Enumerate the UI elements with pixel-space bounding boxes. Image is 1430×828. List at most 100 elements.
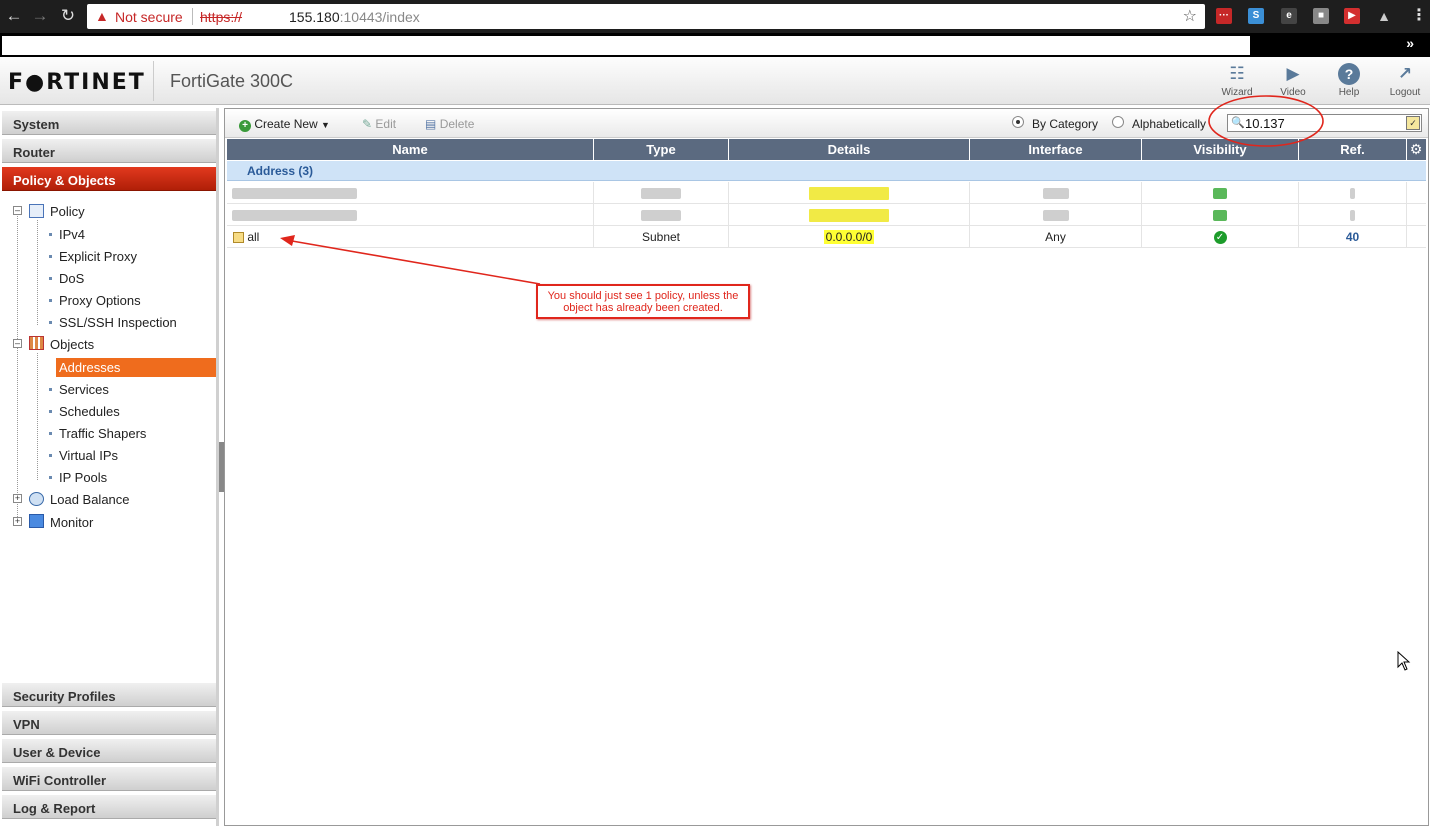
fortigate-app: F●RTINET FortiGate 300C ☷ Wizard ▶ Video ?… xyxy=(0,57,1430,828)
cell-details-redacted xyxy=(729,204,970,226)
tree-schedules[interactable]: Schedules xyxy=(59,404,120,419)
video-icon: ▶ xyxy=(1286,64,1300,83)
tree-monitor[interactable]: Monitor xyxy=(50,515,93,530)
tree-traffic-shapers[interactable]: Traffic Shapers xyxy=(59,426,146,441)
edit-button[interactable]: ✎ Edit xyxy=(362,117,396,131)
cell-ref[interactable]: 40 xyxy=(1299,226,1407,248)
wizard-button[interactable]: ☷ Wizard xyxy=(1215,63,1259,98)
logout-icon: ↗ xyxy=(1397,64,1413,83)
help-button[interactable]: ? Help xyxy=(1327,63,1371,98)
extension-red-icon[interactable]: ▶ xyxy=(1344,8,1360,24)
tree-line xyxy=(37,353,38,480)
video-button[interactable]: ▶ Video xyxy=(1271,63,1315,98)
sidebar: System Router Policy & Objects – Policy … xyxy=(0,108,219,826)
cell-interface: Any xyxy=(970,226,1142,248)
bookmarks-more-icon[interactable]: » xyxy=(1406,35,1414,51)
policy-collapse-toggle[interactable]: – xyxy=(13,206,22,215)
cell-ref-redacted xyxy=(1299,182,1407,204)
col-interface[interactable]: Interface xyxy=(970,139,1142,160)
nav-vpn[interactable]: VPN xyxy=(2,710,216,735)
table-row[interactable] xyxy=(227,182,1426,204)
tree-proxy-options[interactable]: Proxy Options xyxy=(59,293,141,308)
tree-addresses[interactable]: Addresses xyxy=(59,360,120,375)
bullet-icon xyxy=(49,432,52,435)
tree-ipv4[interactable]: IPv4 xyxy=(59,227,85,242)
visibility-check-icon: ✓ xyxy=(1213,231,1227,245)
bullet-icon xyxy=(49,388,52,391)
create-new-button[interactable]: + Create New ▼ xyxy=(239,117,330,132)
bullet-icon xyxy=(49,366,52,369)
by-category-radio[interactable] xyxy=(1012,116,1024,128)
wizard-icon: ☷ xyxy=(1229,64,1245,83)
alphabetically-radio[interactable] xyxy=(1112,116,1124,128)
app-header: F●RTINET FortiGate 300C ☷ Wizard ▶ Video ?… xyxy=(0,57,1430,105)
plus-icon: + xyxy=(239,120,251,132)
cell-interface-redacted xyxy=(970,204,1142,226)
annotation-callout: You should just see 1 policy, unless the… xyxy=(536,284,750,319)
extension-lastpass-icon[interactable]: ··· xyxy=(1216,8,1232,24)
table-row[interactable]: all Subnet 0.0.0.0/0 Any ✓ 40 xyxy=(227,226,1426,248)
addresses-panel: + Create New ▼ ✎ Edit ▤ Delete By Catego… xyxy=(224,108,1429,826)
redacted-block xyxy=(641,188,681,200)
reload-icon[interactable]: ↻ xyxy=(58,6,78,26)
clear-search-icon[interactable]: ✓ xyxy=(1406,116,1420,130)
col-visibility[interactable]: Visibility xyxy=(1142,139,1299,160)
extension-e-icon[interactable]: e xyxy=(1281,8,1297,24)
column-settings-gear-icon[interactable]: ⚙ xyxy=(1408,141,1424,157)
url-host: 155.180 xyxy=(289,9,340,25)
tree-ssl-ssh-inspection[interactable]: SSL/SSH Inspection xyxy=(59,315,177,330)
load-balance-icon xyxy=(29,492,44,506)
not-secure-label[interactable]: Not secure xyxy=(115,9,183,25)
bullet-icon xyxy=(49,410,52,413)
tree-virtual-ips[interactable]: Virtual IPs xyxy=(59,448,118,463)
redacted-block xyxy=(1042,210,1069,222)
nav-security-profiles[interactable]: Security Profiles xyxy=(2,682,216,707)
nav-wifi-controller[interactable]: WiFi Controller xyxy=(2,766,216,791)
bullet-icon xyxy=(49,454,52,457)
col-name[interactable]: Name xyxy=(227,139,594,160)
logout-button[interactable]: ↗ Logout xyxy=(1383,63,1427,98)
mouse-cursor-icon xyxy=(1397,651,1411,671)
tree-load-balance[interactable]: Load Balance xyxy=(50,492,130,507)
search-input[interactable]: 🔍 10.137 ✓ xyxy=(1227,114,1422,132)
cell-type: Subnet xyxy=(594,226,729,248)
table-row[interactable] xyxy=(227,204,1426,226)
cell-name-text: all xyxy=(247,230,260,244)
forward-icon[interactable]: → xyxy=(30,6,50,26)
redacted-block xyxy=(809,209,889,223)
group-row[interactable]: Address (3) xyxy=(227,161,1426,181)
load-balance-expand-toggle[interactable]: + xyxy=(13,494,22,503)
nav-system[interactable]: System xyxy=(2,110,216,135)
cell-visibility-redacted xyxy=(1142,182,1299,204)
tree-ip-pools[interactable]: IP Pools xyxy=(59,470,107,485)
objects-collapse-toggle[interactable]: – xyxy=(13,339,22,348)
tree-services[interactable]: Services xyxy=(59,382,109,397)
nav-router[interactable]: Router xyxy=(2,138,216,163)
extension-s-icon[interactable]: S xyxy=(1248,8,1264,24)
monitor-expand-toggle[interactable]: + xyxy=(13,517,22,526)
tree-explicit-proxy[interactable]: Explicit Proxy xyxy=(59,249,137,264)
nav-policy-objects[interactable]: Policy & Objects xyxy=(2,166,216,191)
col-type[interactable]: Type xyxy=(594,139,729,160)
cell-type-redacted xyxy=(594,204,729,226)
search-icon: 🔍 xyxy=(1231,117,1245,129)
nav-log-report[interactable]: Log & Report xyxy=(2,794,216,819)
bookmark-star-icon[interactable]: ☆ xyxy=(1183,6,1197,26)
cell-ref-redacted xyxy=(1299,204,1407,226)
tree-dos[interactable]: DoS xyxy=(59,271,84,286)
video-label: Video xyxy=(1280,87,1306,98)
extension-drive-icon[interactable]: ▲ xyxy=(1376,8,1392,24)
back-icon[interactable]: ← xyxy=(4,6,24,26)
cell-visibility-redacted xyxy=(1142,204,1299,226)
redacted-block xyxy=(1042,188,1069,200)
tree-objects[interactable]: Objects xyxy=(50,337,94,352)
col-details[interactable]: Details xyxy=(729,139,970,160)
col-ref[interactable]: Ref. xyxy=(1299,139,1407,160)
browser-menu-icon[interactable]: ⋮ xyxy=(1411,6,1427,26)
extension-gray-icon[interactable]: ■ xyxy=(1313,8,1329,24)
delete-button[interactable]: ▤ Delete xyxy=(425,117,474,131)
nav-user-device[interactable]: User & Device xyxy=(2,738,216,763)
tree-policy[interactable]: Policy xyxy=(50,204,85,219)
wizard-label: Wizard xyxy=(1221,87,1253,98)
address-bar[interactable]: ▲ Not secure https:// 155.180:10443/inde… xyxy=(87,4,1205,29)
